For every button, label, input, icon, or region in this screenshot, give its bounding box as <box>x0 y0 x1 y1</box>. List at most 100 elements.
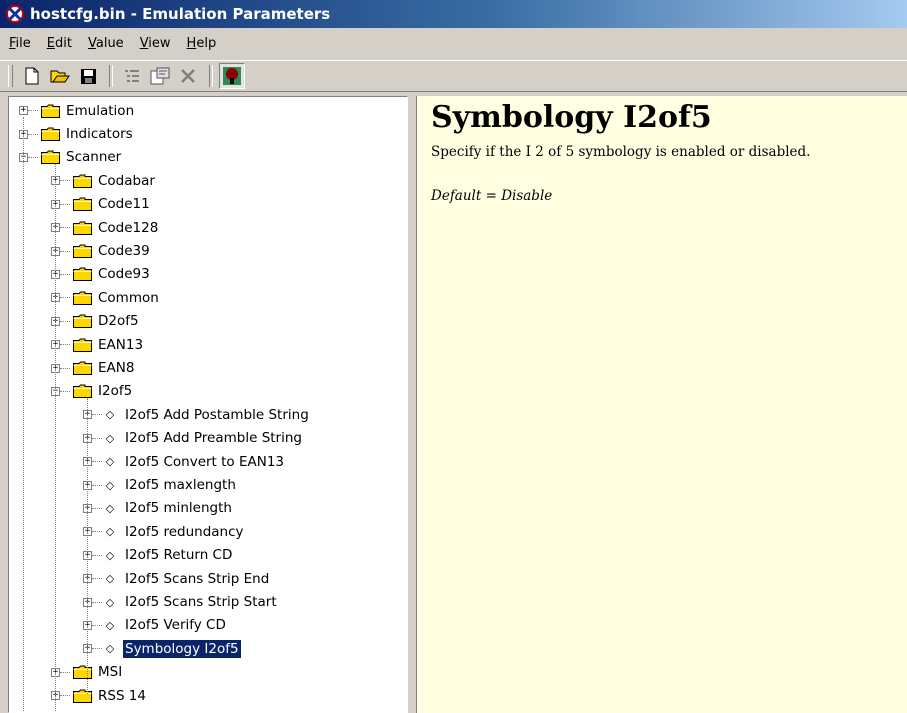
tree-item[interactable]: + ◇ I2of5 minlength <box>83 497 234 520</box>
title-bar: hostcfg.bin - Emulation Parameters <box>0 0 907 28</box>
delete-icon <box>181 69 195 83</box>
open-button[interactable] <box>47 63 73 89</box>
parameter-icon: ◇ <box>105 618 115 632</box>
parameter-icon: ◇ <box>105 408 115 422</box>
tree-item-label: I2of5 Convert to EAN13 <box>125 453 285 470</box>
tree-connector <box>87 398 88 694</box>
tree-item[interactable]: + ◇ I2of5 redundancy <box>83 520 246 543</box>
folder-icon <box>73 267 92 282</box>
menu-label-rest: ile <box>15 35 31 51</box>
tree-item-label: I2of5 Verify CD <box>125 617 226 634</box>
tree-item[interactable]: + ◇ I2of5 Scans Strip End <box>83 567 271 590</box>
menu-mnemonic: V <box>139 35 149 51</box>
tree-item[interactable]: + Common <box>51 286 161 309</box>
tree-item[interactable]: + EAN8 <box>51 356 136 379</box>
tree-view-button[interactable] <box>219 63 245 89</box>
folder-icon <box>41 104 60 118</box>
parameter-icon: ◇ <box>105 455 115 469</box>
tree-connector <box>60 227 70 229</box>
menu-label-rest: alue <box>95 35 124 51</box>
tree-connector <box>92 578 102 580</box>
tree-connector <box>60 250 70 252</box>
tree-item-label: Symbology I2of5 <box>122 638 242 659</box>
tree-item[interactable]: + ◇ I2of5 Scans Strip Start <box>83 590 279 613</box>
menu-help[interactable]: Help <box>180 36 224 51</box>
menu-label-rest: iew <box>148 35 171 51</box>
folder-icon <box>73 314 92 329</box>
menu-mnemonic: E <box>46 35 55 51</box>
tree-item-label: I2of5 Scans Strip Start <box>125 594 277 611</box>
menu-edit[interactable]: Edit <box>40 36 79 51</box>
tree-connector <box>92 461 102 463</box>
tree-item[interactable]: + ◇ I2of5 Verify CD <box>83 614 228 637</box>
tree-item-label: Indicators <box>66 126 133 143</box>
menu-mnemonic: V <box>87 35 96 51</box>
save-button[interactable] <box>75 63 101 89</box>
tree-connector <box>92 437 102 439</box>
tree-item[interactable]: − Scanner <box>19 146 123 169</box>
tree-connector <box>60 367 70 369</box>
tree-connector <box>92 601 102 603</box>
toolbar-grip[interactable] <box>8 65 13 87</box>
tree-item-label: EAN13 <box>98 336 144 353</box>
tree-connector <box>92 648 102 650</box>
tree-item[interactable]: + EAN13 <box>51 333 145 356</box>
tree-connector <box>28 156 38 158</box>
menu-label-rest: elp <box>196 35 217 51</box>
menu-value[interactable]: Value <box>81 36 131 51</box>
properties-icon <box>150 67 170 85</box>
tree-item[interactable]: + ◇ I2of5 Return CD <box>83 544 234 567</box>
tree-connector <box>92 554 102 556</box>
tree-connector <box>23 117 24 711</box>
expand-icon[interactable]: + <box>19 106 28 116</box>
tree-item[interactable]: + Codabar <box>51 169 157 192</box>
tree-item[interactable]: + ◇ I2of5 Add Postamble String <box>83 403 311 426</box>
parameter-icon: ◇ <box>105 478 115 492</box>
open-icon <box>50 70 70 83</box>
folder-icon <box>73 361 92 376</box>
tree-item-label: I2of5 Add Postamble String <box>125 406 309 423</box>
pane-splitter[interactable] <box>408 96 416 713</box>
app-icon[interactable] <box>4 4 26 24</box>
tree-connector <box>28 133 38 135</box>
tree-item[interactable]: + Indicators <box>19 122 135 145</box>
tree-view[interactable]: + Emulation + Indicators − Scanner + Codabar + Co… <box>8 96 408 713</box>
tree-item-label: I2of5 Return CD <box>125 547 233 564</box>
tree-item[interactable]: − I2of5 <box>51 380 134 403</box>
tree-item[interactable]: + Code39 <box>51 239 152 262</box>
tree-item[interactable]: + Emulation <box>19 99 136 122</box>
toolbar-separator <box>109 65 113 87</box>
tree-item[interactable]: + ◇ I2of5 maxlength <box>83 473 238 496</box>
tree-item[interactable]: + RSS 14 <box>51 684 148 707</box>
tree-item[interactable]: + D2of5 <box>51 310 141 333</box>
menu-file[interactable]: File <box>2 36 38 51</box>
list-button[interactable] <box>119 63 145 89</box>
tree-item-label: Codabar <box>98 172 155 189</box>
help-default: Default = Disable <box>431 188 553 204</box>
tree-item[interactable]: + Code128 <box>51 216 160 239</box>
tree-item[interactable]: + ◇ I2of5 Convert to EAN13 <box>83 450 286 473</box>
properties-button[interactable] <box>147 63 173 89</box>
tree-item-label: Code39 <box>98 243 150 260</box>
tree-item[interactable]: + Code93 <box>51 263 152 286</box>
tree-connector <box>28 110 38 112</box>
tree-item-label: Code11 <box>98 196 150 213</box>
parameter-icon: ◇ <box>105 548 115 562</box>
tree-connector <box>92 507 102 509</box>
tree-item[interactable]: + ◇ I2of5 Add Preamble String <box>83 427 304 450</box>
tree-item-label: RSS 14 <box>98 687 146 704</box>
tree-item-label: I2of5 <box>98 383 133 400</box>
tree-item-label: I2of5 maxlength <box>125 477 236 494</box>
tree-connector <box>60 695 70 697</box>
menu-view[interactable]: View <box>133 36 178 51</box>
tree-connector <box>60 671 70 673</box>
new-button[interactable] <box>19 63 45 89</box>
folder-icon <box>73 174 92 188</box>
tree-item[interactable]: + Code11 <box>51 193 152 216</box>
tree-item-label: Code93 <box>98 266 150 283</box>
delete-button[interactable] <box>175 63 201 89</box>
tree-item-label: I2of5 Scans Strip End <box>125 570 270 587</box>
tree-item[interactable]: + ◇ Symbology I2of5 <box>83 637 242 660</box>
tree-connector <box>60 344 70 346</box>
folder-icon <box>41 150 60 165</box>
